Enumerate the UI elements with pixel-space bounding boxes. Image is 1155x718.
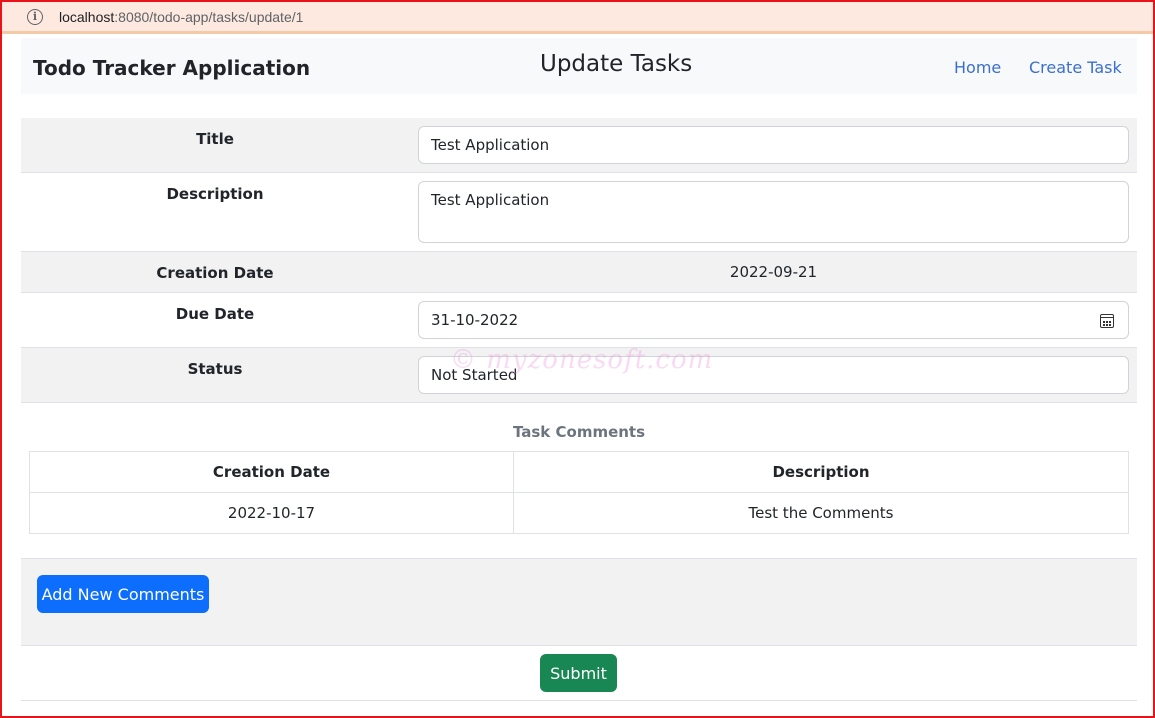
column-header-description: Description — [513, 451, 1129, 493]
add-new-comments-button[interactable]: Add New Comments — [37, 575, 209, 613]
nav-link-home[interactable]: Home — [954, 58, 1001, 77]
browser-address-bar[interactable]: i localhost:8080/todo-app/tasks/update/1 — [2, 2, 1153, 34]
title-input-value: Test Application — [431, 136, 550, 154]
brand-title[interactable]: Todo Tracker Application — [33, 56, 310, 80]
comments-header-row: Creation Date Description — [29, 451, 1129, 493]
comments-action-panel: Add New Comments — [21, 558, 1137, 646]
url-path: :8080/todo-app/tasks/update/1 — [114, 8, 304, 25]
url-text[interactable]: localhost:8080/todo-app/tasks/update/1 — [59, 9, 303, 25]
title-label: Title — [196, 130, 234, 148]
nav-link-create-task[interactable]: Create Task — [1029, 58, 1122, 77]
url-host: localhost — [59, 8, 115, 25]
due-date-input-value: 31-10-2022 — [431, 311, 519, 329]
due-date-input[interactable]: 31-10-2022 — [418, 301, 1129, 339]
title-row: Title Test Application — [21, 118, 1137, 173]
title-input[interactable]: Test Application — [418, 126, 1129, 164]
page-title: Update Tasks — [540, 51, 693, 77]
column-header-creation-date: Creation Date — [29, 451, 514, 493]
due-date-row: Due Date 31-10-2022 — [21, 293, 1137, 348]
calendar-icon[interactable] — [1100, 314, 1114, 328]
creation-date-value: 2022-09-21 — [729, 263, 818, 281]
comments-table: Creation Date Description 2022-10-17 Tes… — [29, 451, 1129, 534]
description-textarea[interactable]: Test Application — [418, 181, 1129, 243]
description-row: Description Test Application — [21, 173, 1137, 252]
info-icon[interactable]: i — [27, 8, 43, 25]
navbar: Todo Tracker Application Update Tasks Ho… — [21, 38, 1137, 94]
status-row: Status Not Started — [21, 348, 1137, 403]
due-date-label: Due Date — [175, 305, 255, 323]
task-comments-caption: Task Comments — [512, 423, 646, 441]
creation-date-label: Creation Date — [156, 264, 274, 282]
divider — [21, 700, 1137, 701]
comment-creation-date: 2022-10-17 — [29, 492, 514, 534]
status-input-value: Not Started — [431, 366, 518, 384]
comment-description: Test the Comments — [513, 492, 1129, 534]
status-input[interactable]: Not Started — [418, 356, 1129, 394]
submit-button[interactable]: Submit — [540, 654, 617, 692]
description-label: Description — [166, 185, 264, 203]
creation-date-row: Creation Date 2022-09-21 — [21, 252, 1137, 293]
description-textarea-value: Test Application — [431, 191, 550, 209]
status-label: Status — [187, 360, 243, 378]
table-row: 2022-10-17 Test the Comments — [29, 492, 1129, 534]
